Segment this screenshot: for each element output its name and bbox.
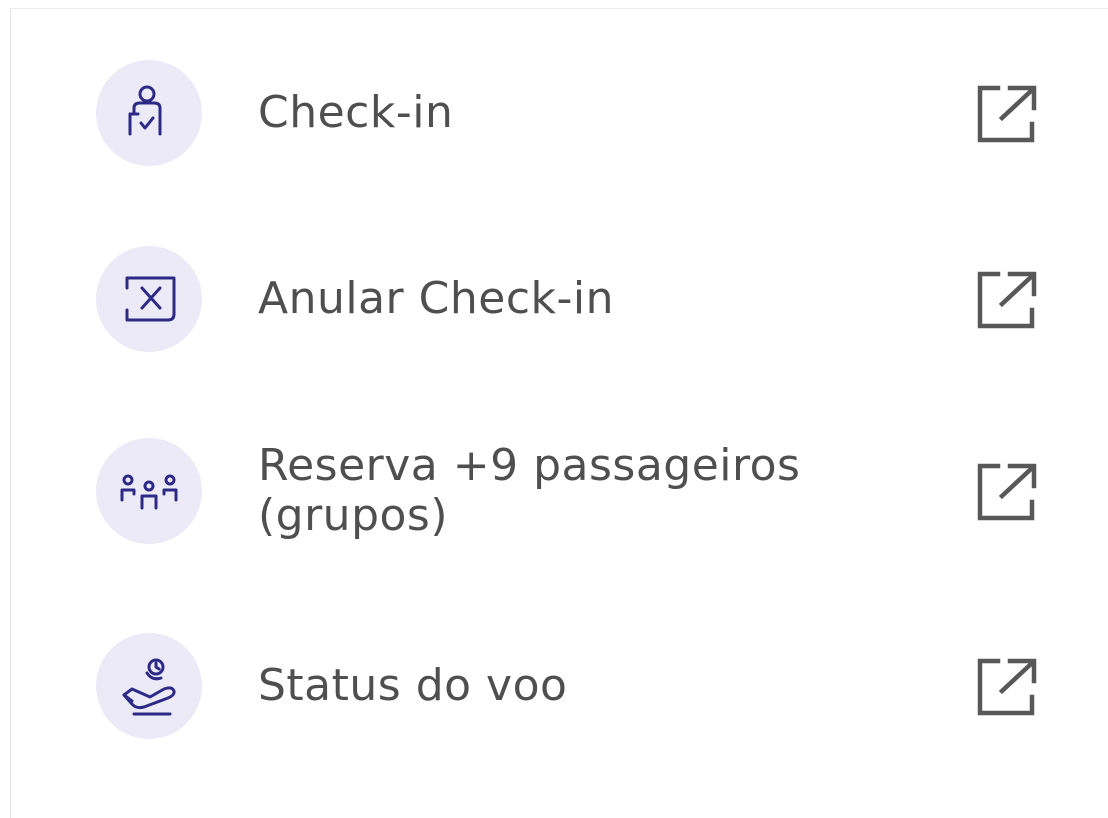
external-link-icon[interactable] <box>974 78 1044 148</box>
external-link-icon[interactable] <box>974 651 1044 721</box>
menu-item-group-booking[interactable]: Reserva +9 passageiros (grupos) <box>96 438 1044 544</box>
menu-item-label: Status do voo <box>258 660 568 711</box>
menu-item-label: Anular Check-in <box>258 273 614 324</box>
menu-item-label: Reserva +9 passageiros (grupos) <box>258 440 801 541</box>
menu-item-checkin[interactable]: Check-in <box>96 60 1044 166</box>
person-check-icon <box>96 60 202 166</box>
cancel-checkin-icon <box>96 246 202 352</box>
group-passengers-icon <box>96 438 202 544</box>
menu-item-flight-status[interactable]: Status do voo <box>96 633 1044 739</box>
external-link-icon[interactable] <box>974 456 1044 526</box>
menu-item-cancel-checkin[interactable]: Anular Check-in <box>96 246 1044 352</box>
external-link-icon[interactable] <box>974 264 1044 334</box>
menu-item-label: Check-in <box>258 87 454 138</box>
flight-status-icon <box>96 633 202 739</box>
